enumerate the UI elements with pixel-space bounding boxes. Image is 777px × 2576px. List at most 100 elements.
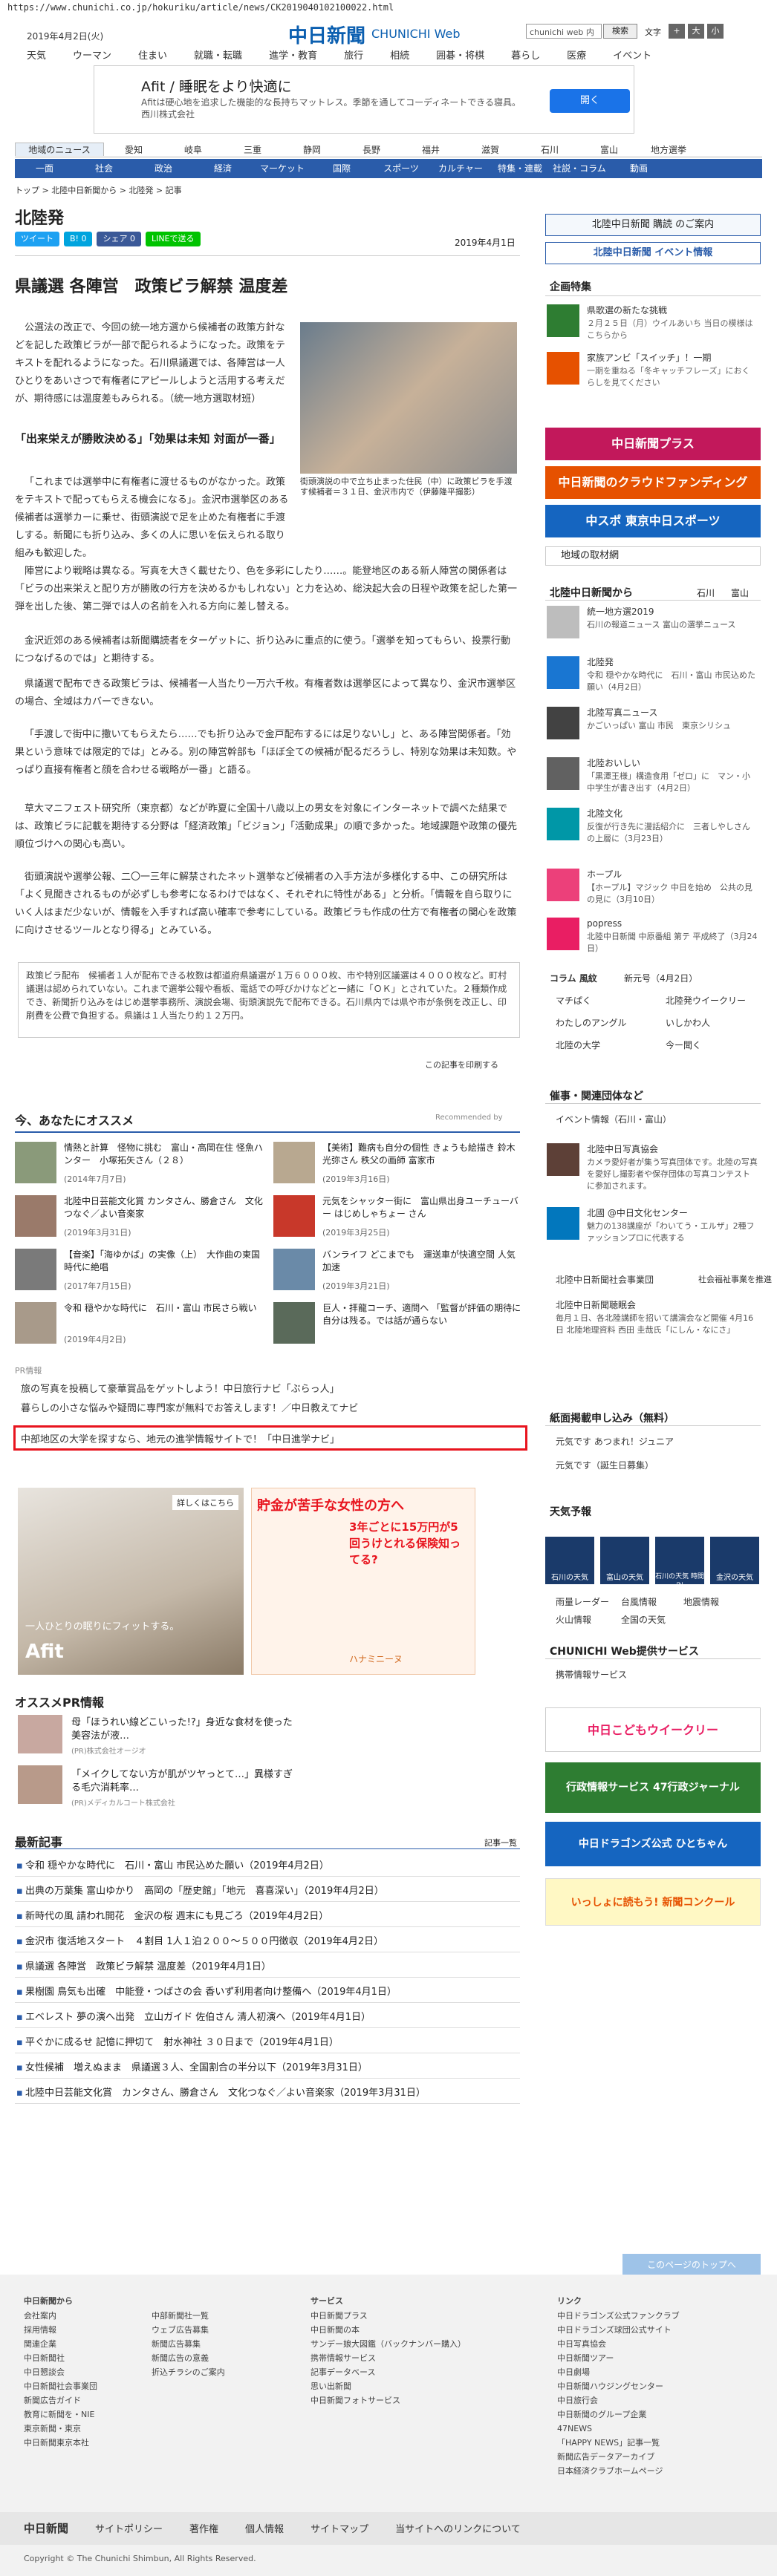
footer-bar-link[interactable]: 個人情報 xyxy=(245,2514,284,2546)
tab-genre[interactable]: カルチャー xyxy=(431,159,490,178)
tweet-button[interactable]: ツイート xyxy=(15,232,59,246)
footer-link[interactable]: 中日新聞の本 xyxy=(311,2323,466,2337)
plan-link[interactable]: 家族アンビ「スイッチ」！一期 xyxy=(587,352,758,364)
footer-link[interactable]: 日本経済クラブホームページ xyxy=(557,2464,680,2478)
footer-link[interactable]: ウェブ広告募集 xyxy=(152,2323,225,2337)
site-logo[interactable]: 中日新聞 xyxy=(288,21,365,48)
footer-logo[interactable]: 中日新聞 xyxy=(24,2512,68,2545)
reco-text[interactable]: 情熱と計算 怪物に挑む 富山・高岡在住 怪魚ハンター 小塚拓矢さん（２８） xyxy=(64,1142,264,1167)
quick-link[interactable]: いしかわ人 xyxy=(666,1017,710,1029)
footer-link[interactable]: 中日新聞東京本社 xyxy=(24,2436,97,2450)
events-sub-link[interactable]: イベント情報（石川・富山） xyxy=(556,1114,672,1125)
footer-link[interactable]: 47NEWS xyxy=(557,2422,680,2436)
from-link[interactable]: popress xyxy=(587,918,758,929)
reco-item[interactable]: 情熱と計算 怪物に挑む 富山・高岡在住 怪魚ハンター 小塚拓矢さん（２８） (20… xyxy=(15,1142,267,1191)
service-link[interactable]: 携帯情報サービス xyxy=(556,1669,627,1681)
search-button[interactable]: 検索 xyxy=(603,24,637,39)
facebook-share-button[interactable]: シェア 0 xyxy=(97,232,141,246)
footer-link[interactable]: 記事データベース xyxy=(311,2365,466,2379)
font-size-up-button[interactable]: + xyxy=(669,24,685,39)
latest-item[interactable]: 金沢市 復活地スタート ４割目 1人１泊２００～５００円徴収（2019年4月2日… xyxy=(15,1932,520,1952)
ad-open-button[interactable]: 開く xyxy=(550,89,630,113)
pr-link[interactable]: 暮らしの小さな悩みや疑問に専門家が無料でお答えします！／中日教えてナビ xyxy=(21,1400,358,1414)
ad-insurance[interactable] xyxy=(251,1488,475,1675)
footer-bar-link[interactable]: 著作権 xyxy=(189,2514,218,2546)
latest-item[interactable]: エベレスト 夢の演へ出発 立山ガイド 佐伯さん 清人初演へ（2019年4月1日） xyxy=(15,2007,520,2028)
weather-card[interactable]: 石川の天気 xyxy=(545,1537,594,1584)
footer-link[interactable]: 中日懇談会 xyxy=(24,2365,97,2379)
from-link-ishikawa[interactable]: 石川 xyxy=(697,586,715,599)
weather-card[interactable]: 富山の天気 xyxy=(600,1537,649,1584)
tab-genre[interactable]: 特集・連載 xyxy=(490,159,550,178)
reco-text[interactable]: 【音楽】「海ゆかば」の実像（上） 大作曲の東国時代に絶唱 xyxy=(64,1249,264,1274)
footer-link[interactable]: 中日新聞社会事業団 xyxy=(24,2379,97,2393)
footer-link[interactable]: 中日劇場 xyxy=(557,2365,680,2379)
footer-link[interactable]: 会社案内 xyxy=(24,2309,97,2323)
footer-link[interactable]: 中日新聞ハウジングセンター xyxy=(557,2379,680,2393)
footer-link[interactable]: 中日新聞のグループ企業 xyxy=(557,2407,680,2422)
paper-link[interactable]: 元気です あつまれ！ジュニア xyxy=(556,1436,674,1448)
line-button[interactable]: LINEで送る xyxy=(145,232,201,246)
latest-item[interactable]: 令和 穏やかな時代に 石川・富山 市民込めた願い（2019年4月2日） xyxy=(15,1856,520,1877)
nav-item[interactable]: 就職・転職 xyxy=(194,48,242,62)
nav-item[interactable]: イベント xyxy=(613,48,651,62)
footer-link[interactable]: 携帯情報サービス xyxy=(311,2351,466,2365)
song-link[interactable]: 北陸中日新聞聴眠会 xyxy=(556,1299,636,1311)
subscribe-link[interactable]: 北陸中日新聞 購読 のご案内 xyxy=(545,214,761,236)
weather-link[interactable]: 全国の天気 xyxy=(621,1614,666,1626)
reco-item[interactable]: バンライフ どこまでも 運送車が快適空間 人気加速 (2019年3月21日) xyxy=(273,1249,526,1298)
print-link[interactable]: この記事を印刷する xyxy=(425,1059,498,1070)
local-network-link[interactable]: 地域の取材網 xyxy=(545,546,761,566)
quick-link[interactable]: マチぱく xyxy=(556,995,591,1007)
nav-item[interactable]: 暮らし xyxy=(511,48,540,62)
reco-item[interactable]: 北陸中日芸能文化賞 カンタさん、勝倉さん 文化つなぐ／よい音楽家 (2019年3月… xyxy=(15,1195,267,1244)
nav-item[interactable]: 相続 xyxy=(390,48,409,62)
paper-link[interactable]: 元気です（誕生日募集） xyxy=(556,1459,654,1471)
weather-card[interactable]: 金沢の天気 xyxy=(710,1537,759,1584)
latest-item[interactable]: 出典の万葉集 富山ゆかり 高岡の「歴史館」「地元 喜喜深い」（2019年4月2日… xyxy=(15,1881,520,1902)
quick-link[interactable]: 北陸の大学 xyxy=(556,1039,600,1051)
tab-region[interactable]: 長野 xyxy=(342,143,401,156)
footer-link[interactable]: 中日新聞社 xyxy=(24,2351,97,2365)
font-size-large-button[interactable]: 大 xyxy=(688,24,704,39)
footer-link[interactable]: 中日新聞フォトサービス xyxy=(311,2393,466,2407)
tab-region[interactable]: 石川 xyxy=(520,143,579,156)
footer-link[interactable]: 関連企業 xyxy=(24,2337,97,2351)
latest-item[interactable]: 北陸中日芸能文化賞 カンタさん、勝倉さん 文化つなぐ／よい音楽家（2019年3月… xyxy=(15,2083,520,2104)
ad-title[interactable]: Afit / 睡眠をより快適に xyxy=(141,76,292,96)
tab-genre[interactable]: マーケット xyxy=(253,159,312,178)
tab-region[interactable]: 富山 xyxy=(579,143,639,156)
footer-link[interactable]: サンデー娘大図鑑（バックナンバー購入） xyxy=(311,2337,466,2351)
tab-genre[interactable]: 社会 xyxy=(74,159,134,178)
tab-genre[interactable]: スポーツ xyxy=(371,159,431,178)
nav-item[interactable]: 囲碁・将棋 xyxy=(436,48,484,62)
tab-region[interactable]: 愛知 xyxy=(104,143,163,156)
address-bar[interactable]: https://www.chunichi.co.jp/hokuriku/arti… xyxy=(0,0,777,15)
footer-bar-link[interactable]: 当サイトへのリンクについて xyxy=(395,2514,521,2546)
back-to-top-button[interactable]: このページのトップへ xyxy=(622,2254,761,2276)
latest-item[interactable]: 女性候補 増えぬまま 県議選３人、全国割合の半分以下（2019年3月31日） xyxy=(15,2058,520,2079)
font-size-small-button[interactable]: 小 xyxy=(707,24,724,39)
event-info-link[interactable]: 北陸中日新聞 イベント情報 xyxy=(545,242,761,264)
from-link[interactable]: 北陸おいしい xyxy=(587,757,758,769)
pr-link[interactable]: 旅の写真を投稿して豪華賞品をゲットしよう！中日旅行ナビ「ぶらっ人」 xyxy=(21,1381,339,1395)
latest-more-link[interactable]: 記事一覧 xyxy=(484,1837,517,1848)
sports-banner[interactable]: 中スポ 東京中日スポーツ xyxy=(545,505,761,537)
tab-region[interactable]: 福井 xyxy=(401,143,461,156)
tab-genre[interactable]: 社説・コラム xyxy=(550,159,609,178)
weather-card[interactable]: 石川の天気 時間別 xyxy=(655,1537,704,1590)
footer-link[interactable]: 中部新聞社一覧 xyxy=(152,2309,225,2323)
nav-item[interactable]: 医療 xyxy=(567,48,586,62)
tab-genre[interactable]: 政治 xyxy=(134,159,193,178)
reco-item[interactable]: 巨人・拝龍コーチ、適問へ 「監督が評価の期待に自分は残る。では話が通らない xyxy=(273,1302,526,1351)
nav-item[interactable]: 住まい xyxy=(138,48,167,62)
tab-genre[interactable]: 一面 xyxy=(15,159,74,178)
tab-region[interactable]: 岐阜 xyxy=(163,143,223,156)
reco-text[interactable]: 北陸中日芸能文化賞 カンタさん、勝倉さん 文化つなぐ／よい音楽家 xyxy=(64,1195,264,1220)
footer-link[interactable]: 中日ドラゴンズ公式ファンクラブ xyxy=(557,2309,680,2323)
footer-link[interactable]: 東京新聞・東京 xyxy=(24,2422,97,2436)
footer-link[interactable]: 「HAPPY NEWS」記事一覧 xyxy=(557,2436,680,2450)
footer-bar-link[interactable]: サイトマップ xyxy=(311,2514,368,2546)
nav-item[interactable]: 天気 xyxy=(27,48,46,62)
recruit-link[interactable]: 北陸中日新聞社会事業団 xyxy=(556,1274,654,1286)
